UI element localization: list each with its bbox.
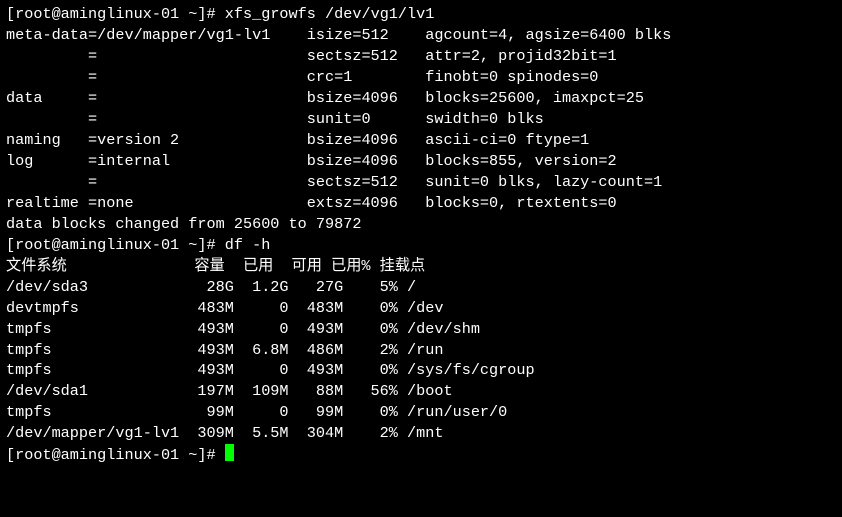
df-row: tmpfs 99M 0 99M 0% /run/user/0 <box>6 402 836 423</box>
df-output-rows: /dev/sda3 28G 1.2G 27G 5% /devtmpfs 483M… <box>6 277 836 445</box>
terminal-output[interactable]: [root@aminglinux-01 ~]# xfs_growfs /dev/… <box>6 4 836 466</box>
df-row: tmpfs 493M 0 493M 0% /sys/fs/cgroup <box>6 360 836 381</box>
xfs-output-line: = sectsz=512 sunit=0 blks, lazy-count=1 <box>6 172 836 193</box>
prompt-line-1: [root@aminglinux-01 ~]# xfs_growfs /dev/… <box>6 4 836 25</box>
df-header-row: 文件系统 容量 已用 可用 已用% 挂载点 <box>6 256 836 277</box>
cursor-icon <box>225 444 234 461</box>
xfs-growfs-output: meta-data=/dev/mapper/vg1-lv1 isize=512 … <box>6 25 836 214</box>
df-row: /dev/sda3 28G 1.2G 27G 5% / <box>6 277 836 298</box>
df-row: devtmpfs 483M 0 483M 0% /dev <box>6 298 836 319</box>
prompt-line-3[interactable]: [root@aminglinux-01 ~]# <box>6 444 836 466</box>
xfs-output-line: data = bsize=4096 blocks=25600, imaxpct=… <box>6 88 836 109</box>
xfs-output-line: = crc=1 finobt=0 spinodes=0 <box>6 67 836 88</box>
xfs-output-line: realtime =none extsz=4096 blocks=0, rtex… <box>6 193 836 214</box>
df-row: /dev/sda1 197M 109M 88M 56% /boot <box>6 381 836 402</box>
command-text: xfs_growfs /dev/vg1/lv1 <box>225 5 435 23</box>
df-row: tmpfs 493M 0 493M 0% /dev/shm <box>6 319 836 340</box>
xfs-output-line: log =internal bsize=4096 blocks=855, ver… <box>6 151 836 172</box>
xfs-output-line: = sectsz=512 attr=2, projid32bit=1 <box>6 46 836 67</box>
prompt-line-2: [root@aminglinux-01 ~]# df -h <box>6 235 836 256</box>
shell-prompt: [root@aminglinux-01 ~]# <box>6 5 225 23</box>
xfs-output-line: meta-data=/dev/mapper/vg1-lv1 isize=512 … <box>6 25 836 46</box>
shell-prompt: [root@aminglinux-01 ~]# <box>6 446 225 464</box>
shell-prompt: [root@aminglinux-01 ~]# <box>6 236 225 254</box>
xfs-output-line: = sunit=0 swidth=0 blks <box>6 109 836 130</box>
df-row: tmpfs 493M 6.8M 486M 2% /run <box>6 340 836 361</box>
blocks-changed-line: data blocks changed from 25600 to 79872 <box>6 214 836 235</box>
xfs-output-line: naming =version 2 bsize=4096 ascii-ci=0 … <box>6 130 836 151</box>
df-row: /dev/mapper/vg1-lv1 309M 5.5M 304M 2% /m… <box>6 423 836 444</box>
command-text: df -h <box>225 236 271 254</box>
